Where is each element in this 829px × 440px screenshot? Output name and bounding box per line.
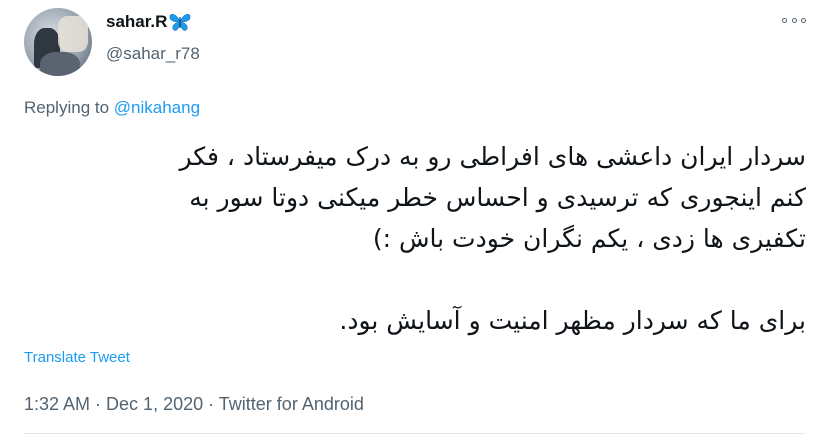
tweet-time[interactable]: 1:32 AM: [24, 394, 90, 414]
author-name-row[interactable]: sahar.R: [106, 12, 191, 32]
author-display-name[interactable]: sahar.R: [106, 12, 167, 32]
avatar[interactable]: [24, 8, 92, 76]
tweet-date[interactable]: Dec 1, 2020: [106, 394, 203, 414]
meta-separator: ·: [203, 394, 219, 414]
replying-prefix: Replying to: [24, 98, 114, 117]
meta-separator: ·: [90, 394, 107, 414]
tweet-source[interactable]: Twitter for Android: [219, 394, 364, 414]
butterfly-icon: [169, 12, 191, 32]
tweet-meta: 1:32 AM · Dec 1, 2020 · Twitter for Andr…: [24, 394, 364, 415]
replying-to: Replying to @nikahang: [24, 98, 200, 118]
author-handle[interactable]: @sahar_r78: [106, 44, 200, 64]
tweet-text: سردار ایران داعشی های افراطی رو به درک م…: [179, 142, 806, 335]
reply-mention-link[interactable]: @nikahang: [114, 98, 200, 117]
tweet-card: sahar.R @sahar_r78 Replying to @nikahang…: [0, 0, 829, 440]
more-icon[interactable]: [782, 12, 806, 28]
divider: [24, 433, 805, 434]
translate-tweet-link[interactable]: Translate Tweet: [24, 349, 130, 366]
